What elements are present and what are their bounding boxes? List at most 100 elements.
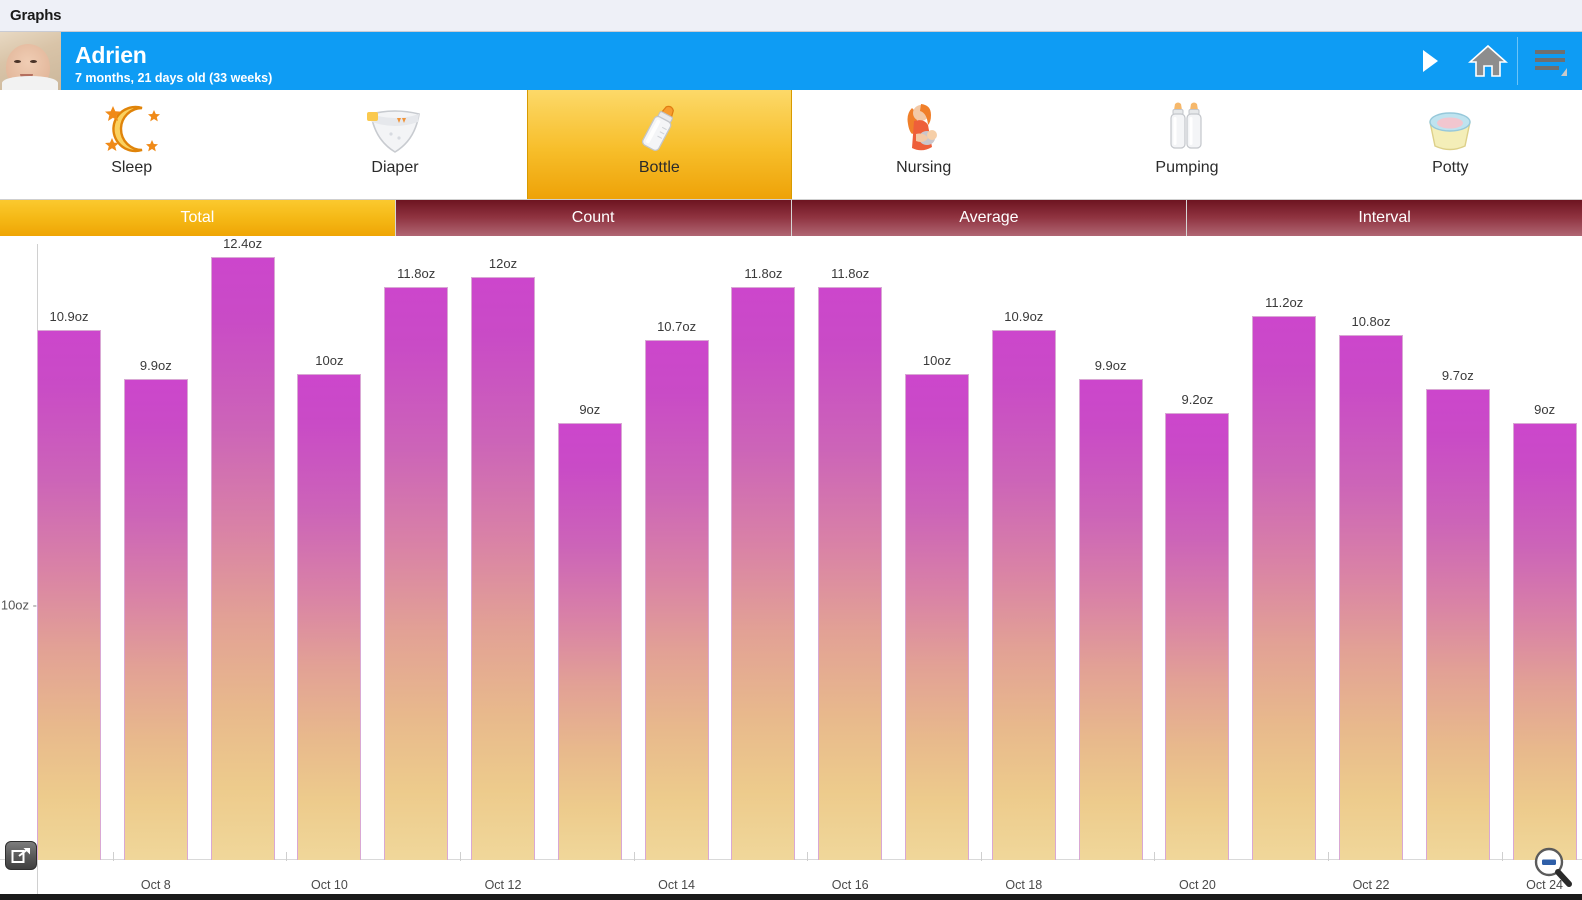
x-axis-tick-mark <box>807 852 809 861</box>
tab-pumping[interactable]: Pumping <box>1055 90 1318 199</box>
baby-eye-right <box>30 60 37 63</box>
bar[interactable] <box>1425 388 1490 860</box>
home-button[interactable] <box>1459 32 1517 90</box>
bar[interactable] <box>123 378 188 860</box>
bar-value-label: 11.2oz <box>1265 294 1304 310</box>
bar[interactable] <box>210 257 275 860</box>
zoom-out-button[interactable] <box>1530 844 1576 890</box>
bottom-bar <box>0 894 1582 900</box>
x-axis-tick-mark <box>112 852 114 861</box>
header-actions <box>1401 32 1582 90</box>
x-axis-tick-mark <box>1154 852 1156 861</box>
bar-value-label: 9oz <box>1534 401 1556 417</box>
bar[interactable] <box>37 330 101 860</box>
tab-nursing-label: Nursing <box>896 159 952 176</box>
moon-stars-icon <box>100 97 164 161</box>
window-title: Graphs <box>10 7 62 24</box>
play-arrow-icon <box>1423 50 1438 72</box>
share-export-icon <box>11 848 30 863</box>
bar-value-label: 9.7oz <box>1441 367 1474 383</box>
tab-total[interactable]: Total <box>0 200 396 236</box>
bottle-total-bar-chart[interactable]: 10oz -5oz -10.9oz9.9oz12.4oz10oz11.8oz12… <box>0 236 1582 900</box>
bar[interactable] <box>1165 412 1230 860</box>
menu-button[interactable] <box>1518 32 1582 90</box>
tab-interval[interactable]: Interval <box>1187 200 1582 236</box>
bar-value-label: 10.7oz <box>657 318 697 334</box>
bar-value-label: 11.8oz <box>744 265 783 281</box>
baby-photo[interactable] <box>0 32 61 90</box>
bar-value-label: 9.9oz <box>139 357 172 373</box>
y-axis-tick: 10oz - <box>0 597 37 613</box>
x-axis-tick-mark <box>1328 852 1329 861</box>
baby-bib <box>2 76 58 90</box>
tab-potty[interactable]: Potty <box>1319 90 1582 199</box>
tab-diaper[interactable]: Diaper <box>263 90 526 199</box>
baby-eye-left <box>14 60 21 63</box>
baby-name: Adrien <box>75 42 147 69</box>
bar-value-label: 9oz <box>579 401 601 417</box>
x-axis-tick-mark <box>1501 852 1503 861</box>
bar[interactable] <box>1339 335 1403 860</box>
tab-sleep[interactable]: Sleep <box>0 90 263 199</box>
bar-value-label: 10.9oz <box>1004 309 1044 325</box>
window-title-bar: Graphs <box>0 0 1582 32</box>
home-icon <box>1468 44 1508 77</box>
bar-value-label: 10oz <box>922 353 952 368</box>
baby-bottle-icon <box>627 97 691 161</box>
bar-value-label: 12oz <box>488 255 518 271</box>
diaper-icon <box>363 97 427 161</box>
tab-nursing[interactable]: Nursing <box>792 90 1055 199</box>
tab-diaper-label: Diaper <box>371 159 419 176</box>
bar[interactable] <box>1252 315 1317 860</box>
potty-icon <box>1418 97 1482 161</box>
two-bottles-icon <box>1155 97 1219 161</box>
x-axis-tick-label: Oct 22 <box>1352 878 1390 892</box>
hamburger-menu-icon <box>1535 50 1567 76</box>
bar[interactable] <box>297 374 362 860</box>
tab-count[interactable]: Count <box>395 200 792 236</box>
bar-value-label: 9.2oz <box>1181 391 1214 407</box>
bar[interactable] <box>471 276 535 860</box>
bar-value-label: 11.8oz <box>397 265 436 281</box>
app-header: Adrien 7 months, 21 days old (33 weeks) <box>0 32 1582 90</box>
bar-value-label: 10.8oz <box>1351 314 1391 330</box>
share-button[interactable] <box>5 841 37 870</box>
baby-info: Adrien 7 months, 21 days old (33 weeks) <box>61 32 1401 90</box>
next-button[interactable] <box>1401 32 1459 90</box>
bar[interactable] <box>731 286 796 860</box>
bar[interactable] <box>557 422 622 860</box>
category-tab-bar: Sleep Diaper Bottle Nursing Pumping Pott… <box>0 90 1582 200</box>
x-axis-tick-mark <box>980 852 982 861</box>
bar[interactable] <box>644 339 709 860</box>
tab-bottle[interactable]: Bottle <box>526 90 792 199</box>
tab-average[interactable]: Average <box>791 200 1188 236</box>
bar[interactable] <box>1512 422 1577 860</box>
x-axis-tick-label: Oct 18 <box>1005 878 1043 892</box>
tab-potty-label: Potty <box>1432 159 1469 176</box>
x-axis-tick-label: Oct 20 <box>1178 878 1216 892</box>
metric-tab-bar: Total Count Average Interval <box>0 200 1582 236</box>
x-axis-tick-mark <box>460 852 461 861</box>
tab-pumping-label: Pumping <box>1155 159 1219 176</box>
zoom-out-magnifier-icon <box>1534 847 1572 887</box>
bar[interactable] <box>1078 378 1143 860</box>
x-axis-tick-label: Oct 10 <box>310 878 348 892</box>
bar-value-label: 11.8oz <box>831 265 870 281</box>
x-axis-tick-mark <box>286 852 288 861</box>
tab-sleep-label: Sleep <box>111 159 153 176</box>
nursing-mother-icon <box>892 97 956 161</box>
bar[interactable] <box>818 286 883 860</box>
bar[interactable] <box>905 374 969 860</box>
bar[interactable] <box>384 286 449 860</box>
bar-value-label: 12.4oz <box>223 236 263 252</box>
bar-value-label: 9.9oz <box>1094 357 1127 373</box>
x-axis-tick-label: Oct 8 <box>140 878 171 892</box>
bar-value-label: 10.9oz <box>49 309 89 325</box>
baby-age: 7 months, 21 days old (33 weeks) <box>75 70 273 85</box>
chart-plot-area: 10oz -5oz -10.9oz9.9oz12.4oz10oz11.8oz12… <box>0 236 1582 900</box>
bar-value-label: 10oz <box>315 353 344 368</box>
x-axis-tick-label: Oct 12 <box>484 878 522 892</box>
x-axis-tick-mark <box>633 852 635 861</box>
bar[interactable] <box>991 330 1056 860</box>
x-axis-tick-label: Oct 14 <box>658 878 696 892</box>
